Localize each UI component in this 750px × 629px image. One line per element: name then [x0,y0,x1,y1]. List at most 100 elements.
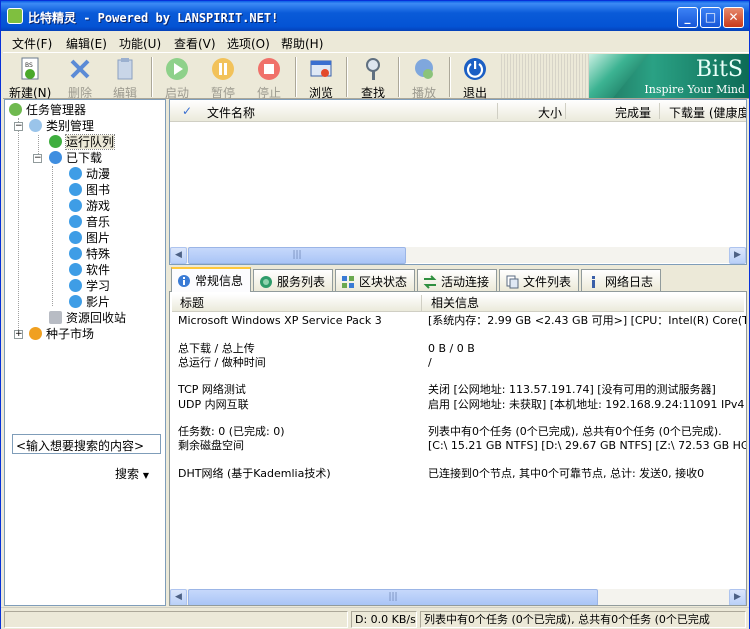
banner-subtitle: Inspire Your Mind [644,83,745,96]
media-player-icon [415,59,433,79]
play-media-button[interactable]: 播放 [403,55,445,100]
browse-icon [310,60,332,77]
market-icon [29,327,42,340]
info-label: 任务数: 0 (已完成: 0) [178,425,285,438]
start-button[interactable]: 启动 [156,55,198,100]
tab-general[interactable]: 常规信息 [171,267,251,292]
globe-icon [260,276,272,288]
status-pane-main [4,611,348,628]
column-size[interactable]: 大小 [538,104,562,121]
file-list-header: ✓ 文件名称 大小 完成量 下载量 (健康度) [170,100,746,122]
search-input[interactable]: <输入想要搜索的内容> [12,434,161,454]
file-list-hscrollbar[interactable]: ◀ ||| ▶ [170,246,746,264]
edit-button[interactable]: 编辑 [104,55,146,100]
tree-item-category-child[interactable]: 游戏 [69,198,110,214]
tree-item-category-child[interactable]: 动漫 [69,166,110,182]
toolbar-separator [151,57,153,97]
menu-view[interactable]: 查看(V) [174,35,216,52]
column-done[interactable]: 完成量 [615,104,651,121]
tab-blocks[interactable]: 区块状态 [335,269,415,291]
tree-item-running[interactable]: 运行队列 [49,134,116,150]
new-torrent-icon: BS [21,57,39,80]
info-value: 关闭 [公网地址: 113.57.191.74] [没有可用的测试服务器] [428,383,716,396]
tree-item-downloaded[interactable]: 已下载 [49,150,102,166]
window-title: 比特精灵 - Powered by LANSPIRIT.NET! [28,11,279,25]
tree-item-category[interactable]: 类别管理 [29,118,94,134]
menu-help[interactable]: 帮助(H) [281,35,323,52]
arrows-icon [423,275,437,289]
menu-edit[interactable]: 编辑(E) [66,35,107,52]
toolbar-separator [346,57,348,97]
scroll-thumb[interactable]: ||| [188,247,406,264]
info-table-header: 标题 相关信息 [172,294,744,312]
column-divider[interactable] [421,295,422,311]
tree-item-task-manager[interactable]: 任务管理器 [9,102,86,118]
tree-item-category-child[interactable]: 音乐 [69,214,110,230]
menu-options[interactable]: 选项(O) [227,35,270,52]
tree-item-category-child[interactable]: 影片 [69,294,110,310]
menu-function[interactable]: 功能(U) [119,35,161,52]
menu-file[interactable]: 文件(F) [12,35,52,52]
scroll-right-arrow-icon[interactable]: ▶ [729,589,746,605]
status-bar: D: 0.0 KB/s 列表中有0个任务 (0个已完成), 总共有0个任务 (0… [1,607,749,629]
column-divider[interactable] [497,103,498,119]
info-value: [系统内存：2.99 GB <2.43 GB 可用>] [CPU：Intel(R… [428,314,747,327]
tree-item-category-child[interactable]: 图书 [69,182,110,198]
tree-item-category-child[interactable]: 软件 [69,262,110,278]
toolbar-separator [398,57,400,97]
search-button[interactable]: 搜索 ▼ [115,465,149,482]
brand-banner: BitS Inspire Your Mind [589,54,749,98]
find-button[interactable]: 查找 [352,55,394,100]
column-related-info[interactable]: 相关信息 [431,296,479,310]
folder-dot-icon [69,199,82,212]
downloaded-icon [49,151,62,164]
close-button[interactable]: ✕ [723,7,744,28]
title-bar[interactable]: 比特精灵 - Powered by LANSPIRIT.NET! _ □ ✕ [1,1,749,31]
file-list[interactable]: ✓ 文件名称 大小 完成量 下载量 (健康度) ◀ ||| ▶ [169,99,747,265]
column-title[interactable]: 标题 [180,296,204,310]
pause-icon [212,58,234,80]
expand-market-toggle[interactable]: + [14,330,23,339]
info-label: DHT网络 (基于Kademlia技术) [178,467,331,480]
column-divider[interactable] [659,103,660,119]
app-window: 比特精灵 - Powered by LANSPIRIT.NET! _ □ ✕ 文… [0,0,750,629]
tab-network-log[interactable]: 网络日志 [581,269,661,291]
folder-dot-icon [69,295,82,308]
maximize-button[interactable]: □ [700,7,721,28]
tree-item-category-child[interactable]: 学习 [69,278,110,294]
column-divider[interactable] [565,103,566,119]
folder-dot-icon [69,279,82,292]
scroll-left-arrow-icon[interactable]: ◀ [170,589,187,605]
folder-dot-icon [69,183,82,196]
folder-dot-icon [69,263,82,276]
pause-button[interactable]: 暂停 [202,55,244,100]
info-label: 剩余磁盘空间 [178,439,244,452]
browse-button[interactable]: 浏览 [300,55,342,100]
expand-downloaded-toggle[interactable]: − [33,154,42,163]
tree-item-market[interactable]: 种子市场 [29,326,94,342]
column-check[interactable]: ✓ [182,104,192,118]
scroll-left-arrow-icon[interactable]: ◀ [170,247,187,264]
tab-files[interactable]: 文件列表 [499,269,579,291]
tree-item-recycle[interactable]: 资源回收站 [49,310,126,326]
expand-category-toggle[interactable]: − [14,122,23,131]
delete-button[interactable]: 删除 [59,55,101,100]
column-file-name[interactable]: 文件名称 [207,104,255,121]
detail-tabs: 常规信息 服务列表 区块状态 活动连接 文件列表 网络日志 [169,267,747,292]
info-hscrollbar[interactable]: ◀ ||| ▶ [170,588,746,605]
task-manager-icon [9,103,22,116]
task-tree-pane: 任务管理器 − 类别管理 运行队列 − 已下载 动漫 图书 游戏 音乐 图片 特… [4,99,166,606]
new-button[interactable]: BS 新建(N) [9,55,51,100]
tree-item-category-child[interactable]: 图片 [69,230,110,246]
tab-connections[interactable]: 活动连接 [417,269,497,291]
info-label: 总下载 / 总上传 [178,342,255,355]
scroll-right-arrow-icon[interactable]: ▶ [729,247,746,264]
tree-line [18,118,19,336]
tab-services[interactable]: 服务列表 [253,269,333,291]
scroll-thumb[interactable]: ||| [188,589,598,605]
minimize-button[interactable]: _ [677,7,698,28]
exit-button[interactable]: 退出 [454,55,496,100]
tree-item-category-child[interactable]: 特殊 [69,246,110,262]
stop-button[interactable]: 停止 [248,55,290,100]
column-downloaded[interactable]: 下载量 (健康度) [669,104,746,121]
